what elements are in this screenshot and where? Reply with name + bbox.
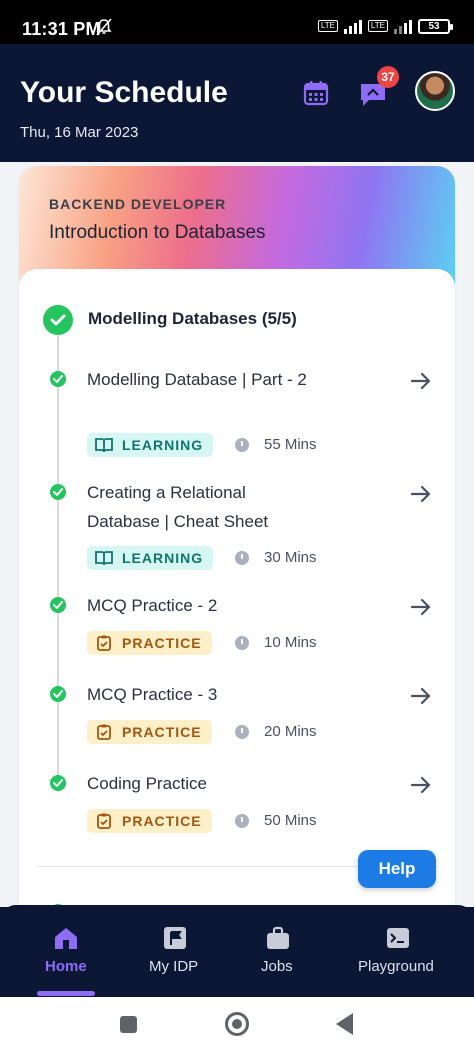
module-title: Modelling Databases (5/5) xyxy=(88,309,297,328)
nav-label: Home xyxy=(45,958,87,975)
course-track: BACKEND DEVELOPER xyxy=(49,196,227,212)
home-icon xyxy=(55,928,77,949)
avatar[interactable] xyxy=(415,71,455,111)
check-icon xyxy=(50,371,66,387)
signal-icon xyxy=(343,18,362,34)
course-card-body: Modelling Databases (5/5) Modelling Data… xyxy=(19,269,455,907)
status-bar: 11:31 PM LTE LTE 53 xyxy=(0,0,474,44)
check-icon xyxy=(50,686,66,702)
clock-icon xyxy=(235,814,249,828)
clipboard-check-icon xyxy=(97,813,111,829)
nav-label: My IDP xyxy=(149,958,199,975)
terminal-icon xyxy=(387,928,409,948)
arrow-right-icon[interactable] xyxy=(410,597,432,617)
type-label: PRACTICE xyxy=(122,724,202,740)
clipboard-check-icon xyxy=(97,724,111,740)
battery-level: 53 xyxy=(428,20,440,32)
app-header: Your Schedule Thu, 16 Mar 2023 37 xyxy=(0,44,474,162)
item-title: Coding Practice xyxy=(87,774,208,793)
nav-my-idp[interactable]: My IDP xyxy=(140,905,208,997)
clock-icon xyxy=(235,636,249,650)
page-title: Your Schedule xyxy=(20,76,228,109)
item-title: MCQ Practice - 2 xyxy=(87,596,218,615)
type-label: LEARNING xyxy=(122,550,204,566)
status-indicators: LTE LTE 53 xyxy=(317,18,453,34)
help-button[interactable]: Help xyxy=(358,850,436,888)
signal-icon-2 xyxy=(394,18,412,34)
type-chip-learning: LEARNING xyxy=(87,433,214,457)
nav-playground[interactable]: Playground xyxy=(356,905,440,997)
item-title: MCQ Practice - 3 xyxy=(87,685,218,704)
muted-bell-icon xyxy=(96,18,112,36)
arrow-right-icon[interactable] xyxy=(410,371,432,391)
briefcase-icon xyxy=(267,926,289,949)
status-time: 11:31 PM xyxy=(22,19,101,39)
timeline-line xyxy=(57,335,59,775)
clock-icon xyxy=(235,438,249,452)
calendar-icon[interactable] xyxy=(303,80,329,106)
schedule-content[interactable]: BACKEND DEVELOPER Introduction to Databa… xyxy=(0,162,474,907)
arrow-right-icon[interactable] xyxy=(410,775,432,795)
type-chip-practice: PRACTICE xyxy=(87,631,212,655)
item-title: Creating a Relational Database | Cheat S… xyxy=(87,483,269,531)
back-button[interactable] xyxy=(336,1013,353,1035)
arrow-right-icon[interactable] xyxy=(410,686,432,706)
type-chip-practice: PRACTICE xyxy=(87,809,212,833)
battery-icon: 53 xyxy=(418,18,453,34)
clipboard-check-icon xyxy=(97,635,111,651)
duration: 10 Mins xyxy=(264,634,317,651)
duration: 30 Mins xyxy=(264,549,317,566)
book-icon xyxy=(95,438,113,453)
active-tab-indicator xyxy=(37,991,95,996)
check-icon xyxy=(50,775,66,791)
clock-icon xyxy=(235,725,249,739)
duration: 50 Mins xyxy=(264,812,317,829)
page-date: Thu, 16 Mar 2023 xyxy=(20,124,139,141)
check-icon xyxy=(50,484,66,500)
nav-jobs[interactable]: Jobs xyxy=(250,905,306,997)
course-card: BACKEND DEVELOPER Introduction to Databa… xyxy=(19,166,455,907)
type-label: PRACTICE xyxy=(122,813,202,829)
nav-label: Jobs xyxy=(261,958,293,975)
check-icon xyxy=(50,597,66,613)
bottom-nav: Home My IDP Jobs Playground xyxy=(0,905,474,997)
nav-label: Playground xyxy=(358,958,434,975)
recents-button[interactable] xyxy=(120,1016,137,1033)
type-label: PRACTICE xyxy=(122,635,202,651)
home-button[interactable] xyxy=(225,1012,249,1036)
notification-badge: 37 xyxy=(377,66,399,88)
duration: 55 Mins xyxy=(264,436,317,453)
nav-home[interactable]: Home xyxy=(32,905,100,997)
duration: 20 Mins xyxy=(264,723,317,740)
course-name: Introduction to Databases xyxy=(49,222,266,243)
type-chip-practice: PRACTICE xyxy=(87,720,212,744)
system-navigation-bar xyxy=(0,997,474,1053)
book-icon xyxy=(95,551,113,566)
module-check-icon xyxy=(43,305,73,335)
flag-icon xyxy=(164,927,186,949)
clock-icon xyxy=(235,551,249,565)
item-title: Modelling Database | Part - 2 xyxy=(87,370,307,389)
volte-icon-2: LTE xyxy=(367,20,388,32)
type-label: LEARNING xyxy=(122,437,204,453)
arrow-right-icon[interactable] xyxy=(410,484,432,504)
type-chip-learning: LEARNING xyxy=(87,546,214,570)
volte-icon: LTE xyxy=(317,20,338,32)
